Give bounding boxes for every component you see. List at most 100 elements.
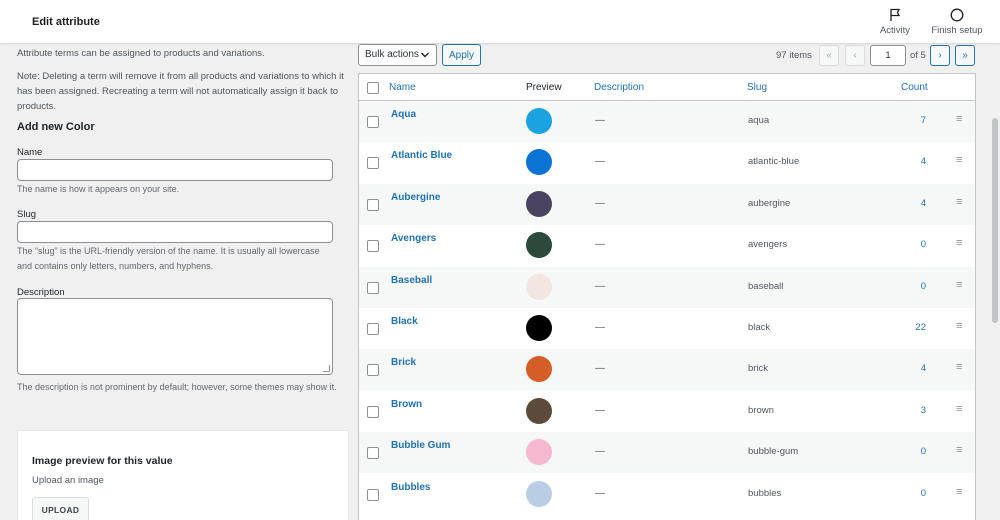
term-name-link[interactable]: Brick xyxy=(391,357,416,368)
table-row: Aqua — aqua 7 ≡ xyxy=(359,101,975,142)
column-header-count[interactable]: Count xyxy=(901,82,928,93)
column-header-description[interactable]: Description xyxy=(594,82,644,93)
add-new-heading: Add new Color xyxy=(17,121,95,133)
term-count-link[interactable]: 4 xyxy=(899,198,926,209)
note-text: Note: Deleting a term will remove it fro… xyxy=(17,71,344,112)
column-header-name[interactable]: Name xyxy=(389,82,416,93)
table-row: Bubble Gum — bubble-gum 0 ≡ xyxy=(359,432,975,474)
term-slug: aubergine xyxy=(748,197,791,209)
term-description: — xyxy=(595,363,605,375)
current-page-input[interactable] xyxy=(870,45,906,66)
term-name-link[interactable]: Aubergine xyxy=(391,192,440,203)
term-count-link[interactable]: 3 xyxy=(899,405,926,416)
items-count: 97 items xyxy=(776,50,812,61)
apply-button[interactable]: Apply xyxy=(442,44,481,66)
row-checkbox[interactable] xyxy=(367,157,379,170)
term-name-link[interactable]: Black xyxy=(391,316,418,327)
row-checkbox[interactable] xyxy=(367,198,379,211)
color-swatch xyxy=(526,439,552,466)
term-name-link[interactable]: Avengers xyxy=(391,233,436,244)
term-count-link[interactable]: 0 xyxy=(899,239,926,250)
name-label: Name xyxy=(17,147,43,158)
row-checkbox[interactable] xyxy=(367,447,379,460)
table-row: Avengers — avengers 0 ≡ xyxy=(359,225,975,266)
next-page-button[interactable]: › xyxy=(930,45,950,66)
column-header-preview: Preview xyxy=(526,82,562,93)
drag-handle-icon[interactable]: ≡ xyxy=(956,361,962,373)
term-count-link[interactable]: 0 xyxy=(899,281,926,292)
term-slug: bubble-gum xyxy=(748,446,799,458)
color-swatch xyxy=(526,273,552,300)
bulk-actions-select[interactable]: Bulk actions xyxy=(358,44,437,66)
color-swatch xyxy=(526,232,552,259)
drag-handle-icon[interactable]: ≡ xyxy=(956,486,962,498)
chevron-down-icon xyxy=(421,52,429,58)
color-swatch xyxy=(526,190,552,217)
drag-handle-icon[interactable]: ≡ xyxy=(956,196,962,208)
term-description: — xyxy=(595,487,605,499)
term-count-link[interactable]: 22 xyxy=(899,322,926,333)
term-name-link[interactable]: Bubble Gum xyxy=(391,440,450,451)
drag-handle-icon[interactable]: ≡ xyxy=(956,154,962,166)
table-row: Black — black 22 ≡ xyxy=(359,308,975,349)
term-slug: black xyxy=(748,322,771,333)
drag-handle-icon[interactable]: ≡ xyxy=(956,320,962,332)
term-name-link[interactable]: Aqua xyxy=(391,109,416,120)
finish-setup-button[interactable]: Finish setup xyxy=(926,8,988,36)
row-checkbox[interactable] xyxy=(367,281,379,294)
finish-setup-label: Finish setup xyxy=(931,25,983,36)
term-description: — xyxy=(595,156,605,168)
term-name-link[interactable]: Baseball xyxy=(391,275,432,286)
term-name-link[interactable]: Bubbles xyxy=(391,482,430,493)
term-slug: baseball xyxy=(748,280,784,292)
first-page-button[interactable]: « xyxy=(819,45,839,66)
drag-handle-icon[interactable]: ≡ xyxy=(956,444,962,456)
page-scrollbar[interactable] xyxy=(992,118,998,323)
row-checkbox[interactable] xyxy=(367,116,379,128)
name-input[interactable] xyxy=(17,159,333,181)
column-header-slug[interactable]: Slug xyxy=(747,82,767,93)
term-count-link[interactable]: 7 xyxy=(899,115,926,126)
row-checkbox[interactable] xyxy=(367,240,379,253)
term-name-link[interactable]: Brown xyxy=(391,399,422,410)
last-page-button[interactable]: » xyxy=(955,45,975,66)
name-help-text: The name is how it appears on your site. xyxy=(17,184,180,194)
term-count-link[interactable]: 4 xyxy=(899,156,926,167)
table-row: Bubbles — bubbles 0 ≡ xyxy=(359,474,975,515)
slug-input[interactable] xyxy=(17,221,333,243)
drag-handle-icon[interactable]: ≡ xyxy=(956,279,962,291)
color-swatch xyxy=(526,315,552,341)
drag-handle-icon[interactable]: ≡ xyxy=(956,237,962,249)
term-name-link[interactable]: Atlantic Blue xyxy=(391,150,452,161)
top-bar: Edit attribute Activity Finish setup xyxy=(0,0,1000,44)
row-checkbox[interactable] xyxy=(367,405,379,418)
description-help-text: The description is not prominent by defa… xyxy=(17,382,337,392)
table-row: Baseball — baseball 0 ≡ xyxy=(359,266,975,308)
row-checkbox[interactable] xyxy=(367,364,379,377)
term-slug: brick xyxy=(748,363,769,375)
term-slug: bubbles xyxy=(748,487,782,499)
slug-label: Slug xyxy=(17,209,37,220)
term-description: — xyxy=(595,115,605,126)
prev-page-button[interactable]: ‹ xyxy=(845,45,865,66)
color-swatch xyxy=(526,149,552,176)
page-title: Edit attribute xyxy=(32,16,100,28)
activity-button[interactable]: Activity xyxy=(872,8,918,36)
drag-handle-icon[interactable]: ≡ xyxy=(956,113,962,125)
table-row: Brown — brown 3 ≡ xyxy=(359,391,975,432)
bulk-actions-label: Bulk actions xyxy=(365,49,419,60)
row-checkbox[interactable] xyxy=(367,488,379,501)
image-preview-subtext: Upload an image xyxy=(32,475,104,486)
row-checkbox[interactable] xyxy=(367,323,379,335)
upload-button[interactable]: UPLOAD xyxy=(32,497,89,520)
intro-text: Attribute terms can be assigned to produ… xyxy=(17,48,265,59)
select-all-checkbox[interactable] xyxy=(367,82,379,94)
description-textarea[interactable] xyxy=(17,298,333,375)
resize-handle-icon[interactable] xyxy=(323,365,330,372)
term-count-link[interactable]: 4 xyxy=(899,363,926,374)
term-count-link[interactable]: 0 xyxy=(899,446,926,457)
term-count-link[interactable]: 0 xyxy=(899,488,926,499)
terms-table: Name Preview Description Slug Count Aqua… xyxy=(358,73,976,520)
drag-handle-icon[interactable]: ≡ xyxy=(956,403,962,415)
term-description: — xyxy=(595,446,605,458)
